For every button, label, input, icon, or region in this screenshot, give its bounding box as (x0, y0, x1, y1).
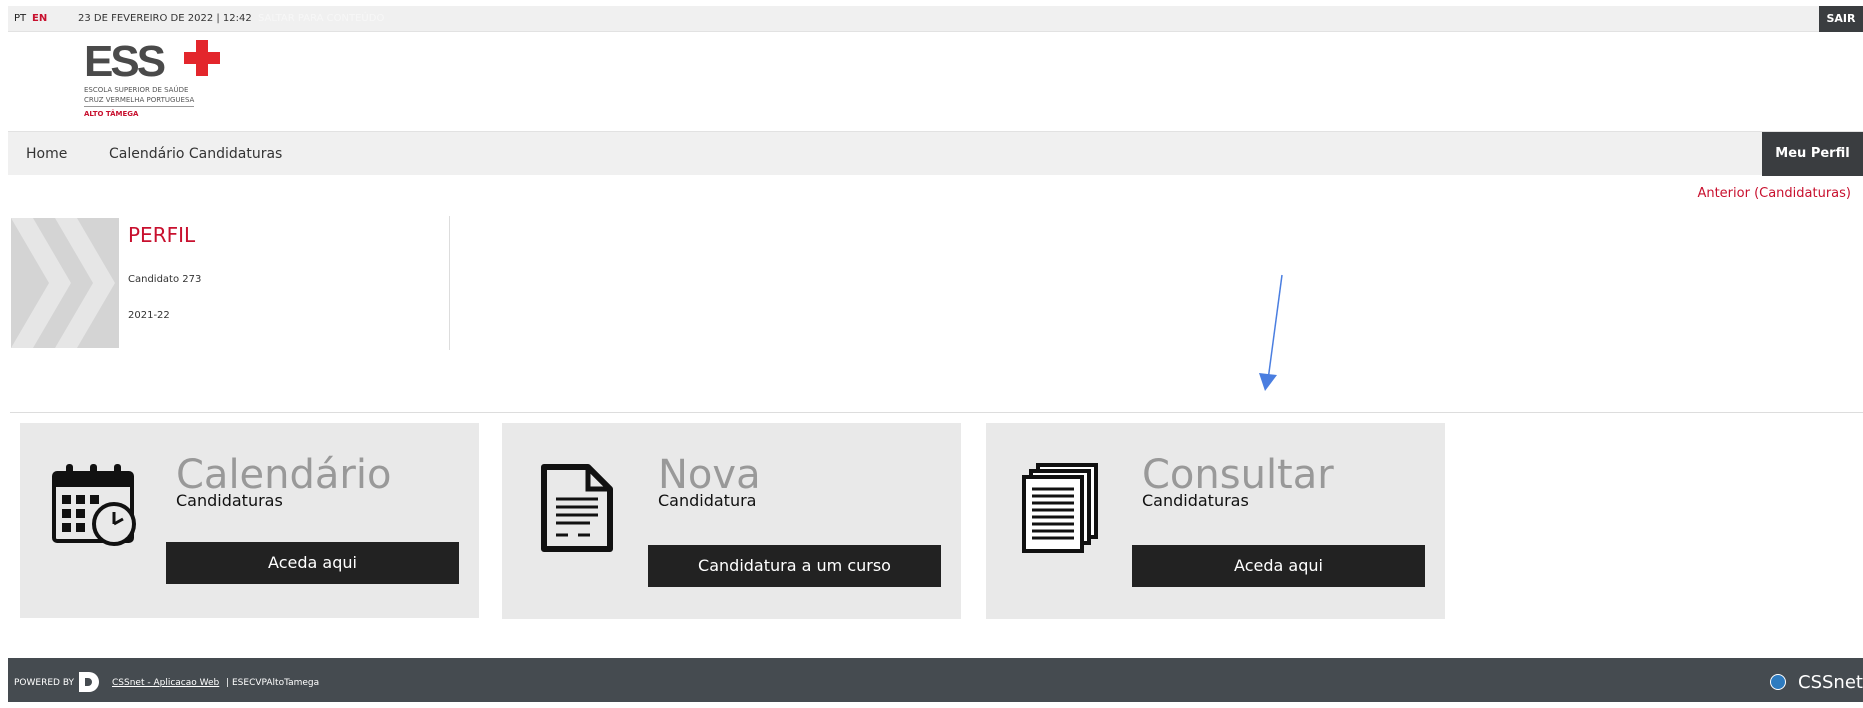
pointer-arrow-icon (1259, 274, 1283, 391)
new-application-button[interactable]: Candidatura a um curso (648, 545, 941, 587)
profile-image (11, 218, 119, 348)
cssnet-brand: CSSnet (1798, 672, 1863, 693)
nav-item-calendario[interactable]: Calendário Candidaturas (109, 132, 282, 176)
section-divider (10, 412, 1863, 413)
academic-year: 2021-22 (128, 310, 170, 321)
documents-stack-icon (1022, 463, 1098, 553)
my-profile-button[interactable]: Meu Perfil (1762, 132, 1863, 176)
org-name: ESECVPAltoTamega (232, 678, 320, 688)
language-en-link[interactable]: EN (32, 6, 47, 32)
back-link[interactable]: Anterior (Candidaturas) (1697, 186, 1851, 201)
nav-item-home[interactable]: Home (26, 132, 67, 176)
top-bar: PT EN 23 DE FEVEREIRO DE 2022 | 12:42 SA… (8, 6, 1863, 32)
card-subtitle: Candidaturas (1142, 491, 1249, 510)
school-logo[interactable]: ESS ESCOLA SUPERIOR DE SAÚDE CRUZ VERMEL… (84, 40, 220, 118)
red-cross-icon (184, 40, 220, 76)
logout-button[interactable]: SAIR (1819, 6, 1863, 32)
globe-icon[interactable] (1770, 674, 1786, 690)
calendar-clock-icon (52, 464, 136, 546)
main-nav: Home Calendário Candidaturas Meu Perfil (8, 131, 1863, 176)
candidate-number: Candidato 273 (128, 274, 202, 285)
consult-access-button[interactable]: Aceda aqui (1132, 545, 1425, 587)
card-calendario: Calendário Candidaturas Aceda aqui (20, 423, 479, 618)
digitalis-logo-icon[interactable] (79, 672, 103, 692)
card-subtitle: Candidatura (658, 491, 757, 510)
logo-line-1: ESCOLA SUPERIOR DE SAÚDE (84, 86, 189, 94)
chevrons-icon (11, 218, 115, 348)
document-icon (541, 464, 613, 552)
footer-separator: | (226, 678, 230, 688)
divider (449, 216, 450, 350)
current-datetime: 23 DE FEVEREIRO DE 2022 | 12:42 (78, 13, 252, 24)
app-link[interactable]: CSSnet - Aplicacao Web (112, 658, 219, 708)
footer: POWERED BY CSSnet - Aplicacao Web | ESEC… (8, 658, 1863, 702)
skip-to-content-link[interactable]: SALTAR PARA CONTEÚDO (258, 6, 384, 32)
powered-by-label: POWERED BY (14, 678, 75, 688)
profile-title: PERFIL (128, 223, 196, 247)
logo-line-3: ALTO TÂMEGA (84, 110, 139, 118)
language-pt-link[interactable]: PT (14, 6, 26, 32)
logo-mark: ESS (84, 37, 166, 86)
logo-line-2: CRUZ VERMELHA PORTUGUESA (84, 96, 195, 107)
calendario-access-button[interactable]: Aceda aqui (166, 542, 459, 584)
card-subtitle: Candidaturas (176, 491, 283, 510)
card-nova: Nova Candidatura Candidatura a um curso (502, 423, 961, 619)
card-consultar: Consultar Candidaturas Aceda aqui (986, 423, 1445, 619)
